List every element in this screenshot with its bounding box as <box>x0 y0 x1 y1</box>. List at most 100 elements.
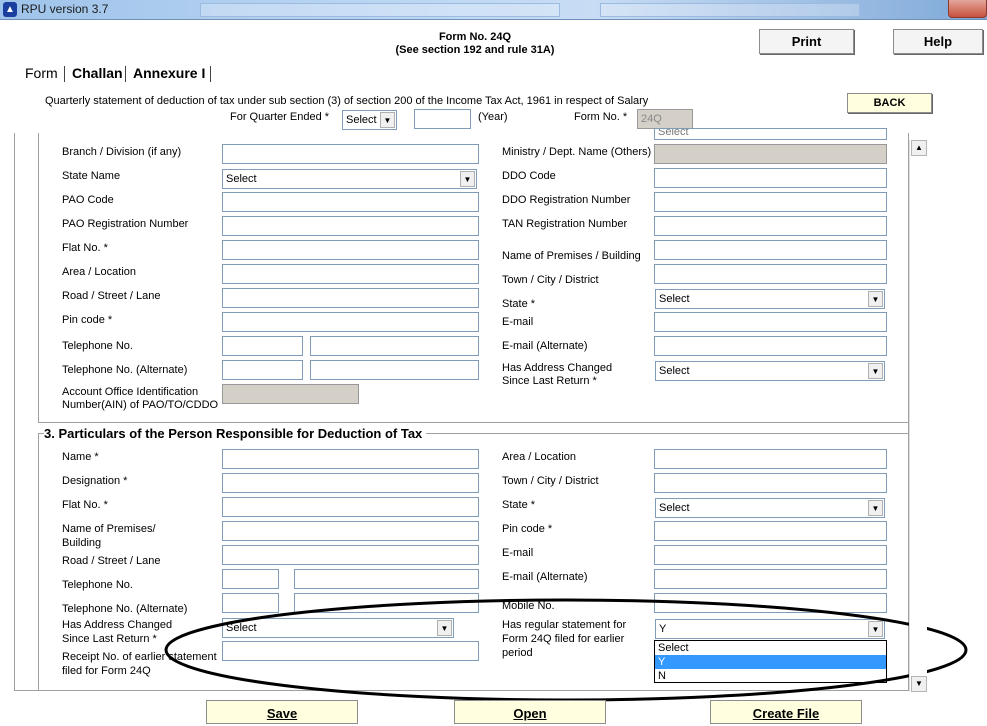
addr-changed-value: Select <box>659 365 690 377</box>
tab-challan[interactable]: Challan <box>72 65 123 81</box>
resp-premises-input[interactable] <box>222 521 479 541</box>
ddo-code-input[interactable] <box>654 168 887 188</box>
state-select[interactable]: Select ▼ <box>655 289 885 309</box>
branch-input[interactable] <box>222 144 479 164</box>
pin-input[interactable] <box>222 312 479 332</box>
resp-area-input[interactable] <box>654 449 887 469</box>
year-input[interactable] <box>414 109 471 129</box>
town-input[interactable] <box>654 264 887 284</box>
road-input[interactable] <box>222 288 479 308</box>
year-label: (Year) <box>478 111 508 123</box>
pao-reg-input[interactable] <box>222 216 479 236</box>
tan-reg-label: TAN Registration Number <box>502 218 628 230</box>
tab-divider <box>210 66 211 82</box>
resp-road-input[interactable] <box>222 545 479 565</box>
vertical-scrollbar[interactable]: ▲ ▼ <box>909 140 927 692</box>
tel-number-input[interactable] <box>310 336 479 356</box>
state-name-label: State Name <box>62 170 121 182</box>
flat-input[interactable] <box>222 240 479 260</box>
scroll-down-icon[interactable]: ▼ <box>911 676 927 692</box>
resp-state-label: State * <box>502 499 536 511</box>
addr-changed-select[interactable]: Select ▼ <box>655 361 885 381</box>
resp-area-label: Area / Location <box>502 451 576 463</box>
state-name-select[interactable]: Select ▼ <box>222 169 477 189</box>
resp-email-alt-label: E-mail (Alternate) <box>502 571 588 583</box>
road-label: Road / Street / Lane <box>62 290 161 302</box>
resp-email-alt-input[interactable] <box>654 569 887 589</box>
resp-state-value: Select <box>659 502 690 514</box>
save-button[interactable]: Save <box>206 700 358 724</box>
quarter-ended-select[interactable]: Select ▼ <box>342 110 397 130</box>
scroll-up-icon[interactable]: ▲ <box>911 140 927 156</box>
chevron-down-icon: ▼ <box>380 112 395 128</box>
resp-tel-std-input[interactable] <box>222 569 279 589</box>
ddo-reg-label: DDO Registration Number <box>502 194 631 206</box>
resp-pin-input[interactable] <box>654 521 887 541</box>
resp-flat-label: Flat No. * <box>62 499 108 511</box>
resp-email-label: E-mail <box>502 547 534 559</box>
back-button[interactable]: BACK <box>847 93 932 113</box>
ddo-reg-input[interactable] <box>654 192 887 212</box>
pao-code-input[interactable] <box>222 192 479 212</box>
tab-form[interactable]: Form <box>25 65 58 81</box>
receipt-label-2: filed for Form 24Q <box>62 665 151 677</box>
statement-description: Quarterly statement of deduction of tax … <box>45 95 649 107</box>
partial-select-value: Select <box>658 128 689 138</box>
tel-std-input[interactable] <box>222 336 303 356</box>
quarter-ended-value: Select <box>346 114 377 126</box>
flat-label: Flat No. * <box>62 242 108 254</box>
addr-changed-label: Has Address Changed <box>502 362 613 374</box>
close-button[interactable] <box>948 0 987 18</box>
chevron-down-icon: ▼ <box>460 171 475 187</box>
resp-name-input[interactable] <box>222 449 479 469</box>
email-alt-input[interactable] <box>654 336 887 356</box>
state-value: Select <box>659 293 690 305</box>
email-alt-label: E-mail (Alternate) <box>502 340 588 352</box>
area-input[interactable] <box>222 264 479 284</box>
pao-code-label: PAO Code <box>62 194 114 206</box>
resp-tel-label: Telephone No. <box>62 579 133 591</box>
title-bar-ghost-tab <box>600 3 860 17</box>
app-icon: ▲ <box>3 2 17 17</box>
chevron-down-icon: ▼ <box>868 291 883 307</box>
email-input[interactable] <box>654 312 887 332</box>
quarter-ended-label: For Quarter Ended * <box>230 111 330 123</box>
email-label: E-mail <box>502 316 534 328</box>
partial-select[interactable]: Select <box>654 128 887 140</box>
tab-annexure-i[interactable]: Annexure I <box>133 65 205 81</box>
ddo-code-label: DDO Code <box>502 170 556 182</box>
tan-reg-input[interactable] <box>654 216 887 236</box>
resp-road-label: Road / Street / Lane <box>62 555 161 567</box>
resp-state-select[interactable]: Select ▼ <box>655 498 885 518</box>
tel-alt-label: Telephone No. (Alternate) <box>62 364 188 376</box>
town-label: Town / City / District <box>502 274 599 286</box>
ministry-input <box>654 144 887 164</box>
open-button[interactable]: Open <box>454 700 606 724</box>
branch-label: Branch / Division (if any) <box>62 146 182 158</box>
ain-label-2: Number(AIN) of PAO/TO/CDDO <box>62 399 219 411</box>
premises-input[interactable] <box>654 240 887 260</box>
title-bar: ▲ RPU version 3.7 <box>0 0 987 20</box>
resp-tel-number-input[interactable] <box>294 569 479 589</box>
tab-divider <box>125 66 126 82</box>
ellipse-annotation-stroke <box>164 598 968 702</box>
resp-flat-input[interactable] <box>222 497 479 517</box>
ellipse-annotation <box>164 598 968 702</box>
resp-name-label: Name * <box>62 451 99 463</box>
print-button[interactable]: Print <box>759 29 854 54</box>
tel-alt-std-input[interactable] <box>222 360 303 380</box>
resp-town-input[interactable] <box>654 473 887 493</box>
tel-alt-number-input[interactable] <box>310 360 479 380</box>
resp-pin-label: Pin code * <box>502 523 553 535</box>
ain-input <box>222 384 359 404</box>
form-no-field: 24Q <box>637 109 693 129</box>
create-file-button[interactable]: Create File <box>710 700 862 724</box>
resp-designation-input[interactable] <box>222 473 479 493</box>
ain-label: Account Office Identification <box>62 386 199 398</box>
help-button[interactable]: Help <box>893 29 983 54</box>
resp-email-input[interactable] <box>654 545 887 565</box>
resp-premises-label-2: Building <box>62 537 102 549</box>
area-label: Area / Location <box>62 266 136 278</box>
ministry-label: Ministry / Dept. Name (Others) <box>502 146 652 158</box>
section-reference: (See section 192 and rule 31A) <box>395 44 555 56</box>
